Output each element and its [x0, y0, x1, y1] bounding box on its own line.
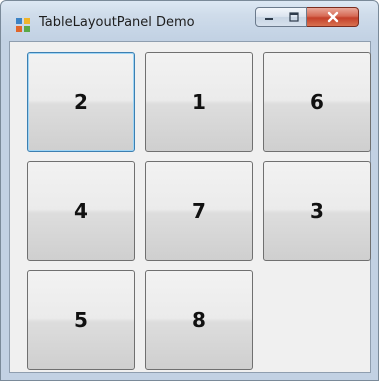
tile-button[interactable]: 6 [263, 52, 371, 152]
close-button[interactable] [307, 7, 359, 27]
close-icon [327, 11, 338, 23]
minimize-button[interactable] [255, 7, 282, 27]
tile-button[interactable]: 8 [145, 270, 253, 370]
maximize-icon [288, 12, 299, 22]
tile-button[interactable]: 5 [27, 270, 135, 370]
tile-button[interactable]: 4 [27, 161, 135, 261]
maximize-button[interactable] [281, 7, 307, 27]
title-bar[interactable]: TableLayoutPanel Demo [1, 1, 378, 41]
app-window: TableLayoutPanel Demo 2 1 6 4 7 3 5 8 [0, 0, 379, 381]
app-icon [16, 18, 30, 32]
minimize-icon [264, 18, 273, 20]
window-title: TableLayoutPanel Demo [39, 15, 195, 30]
tile-button[interactable]: 3 [263, 161, 371, 261]
table-layout-panel: 2 1 6 4 7 3 5 8 [9, 41, 371, 373]
tile-button[interactable]: 7 [145, 161, 253, 261]
tile-button[interactable]: 1 [145, 52, 253, 152]
tile-button[interactable]: 2 [27, 52, 135, 152]
